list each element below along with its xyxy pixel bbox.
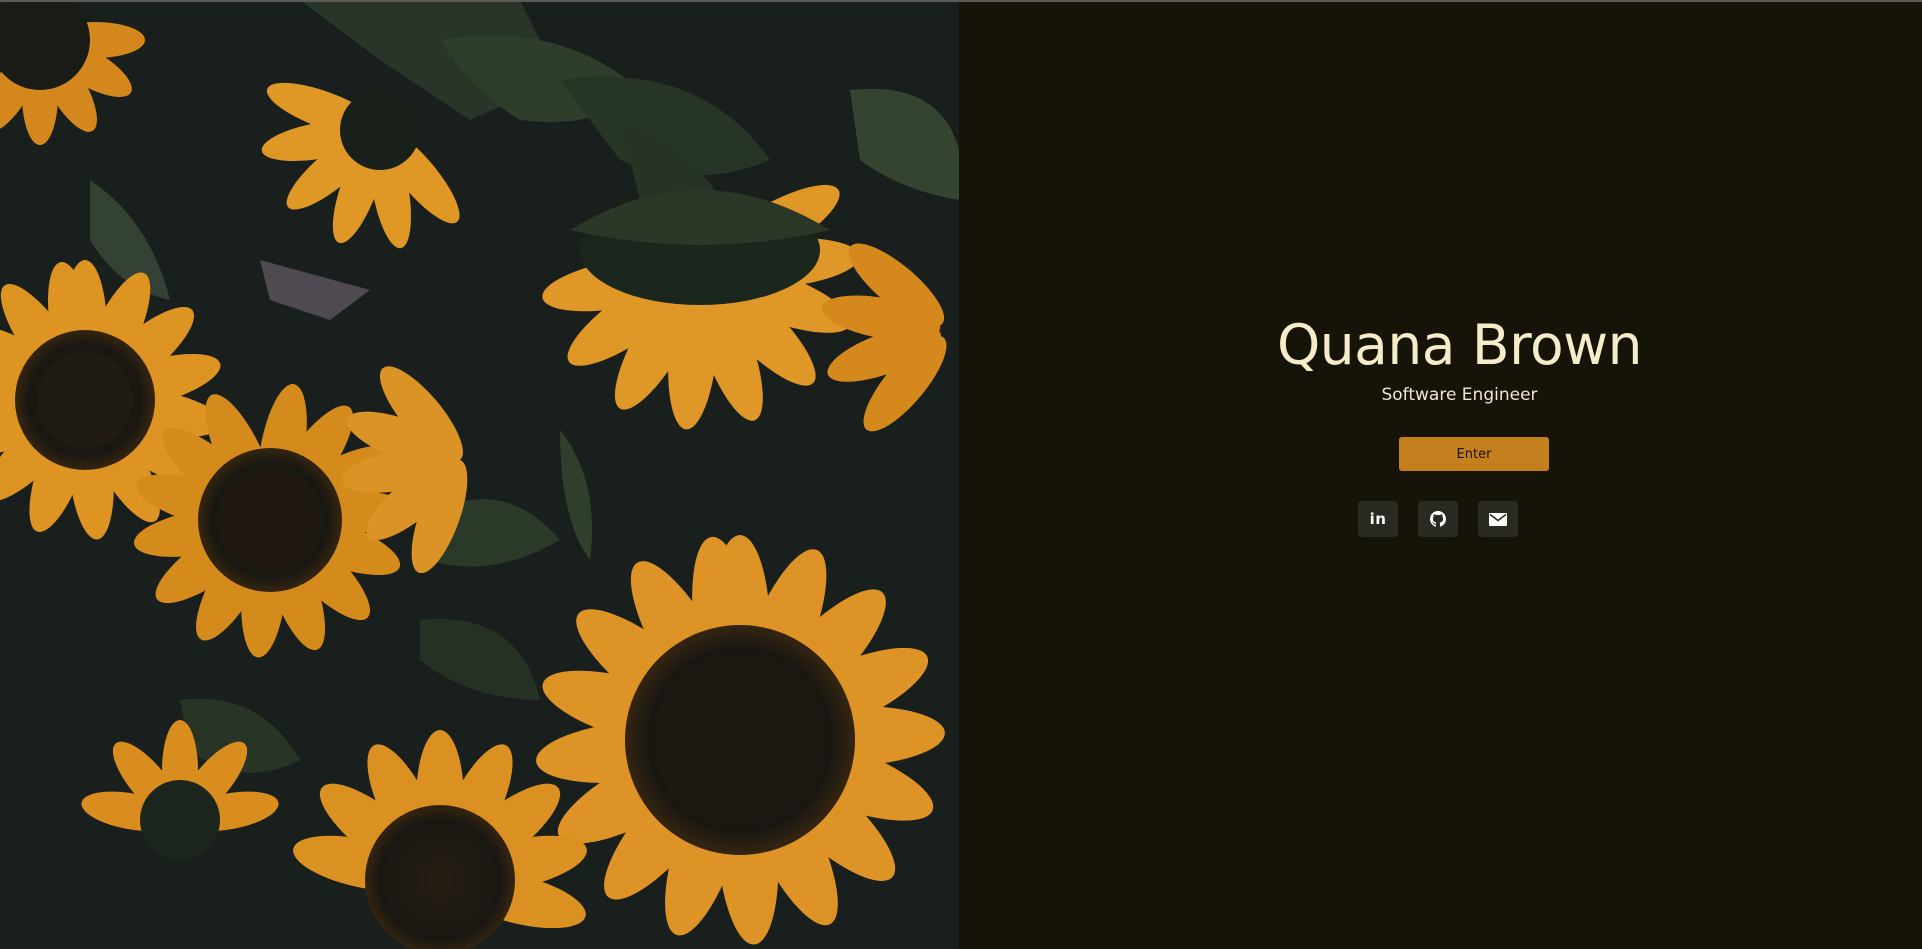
profile-name: Quana Brown [1277,313,1643,377]
github-link[interactable] [1418,501,1458,537]
sunflower-illustration [0,0,959,949]
email-link[interactable] [1478,501,1518,537]
enter-button[interactable]: Enter [1399,437,1549,471]
linkedin-link[interactable]: in [1358,501,1398,537]
profile-title: Software Engineer [1381,385,1538,405]
landing-page: Quana Brown Software Engineer Enter in [0,0,1922,949]
window-top-border [0,0,1922,2]
social-links: in [1358,501,1563,537]
email-icon [1489,512,1507,526]
github-icon [1430,511,1446,527]
hero-sunflower-image [0,0,959,949]
linkedin-icon: in [1369,510,1387,528]
intro-panel: Quana Brown Software Engineer Enter in [959,0,1922,949]
